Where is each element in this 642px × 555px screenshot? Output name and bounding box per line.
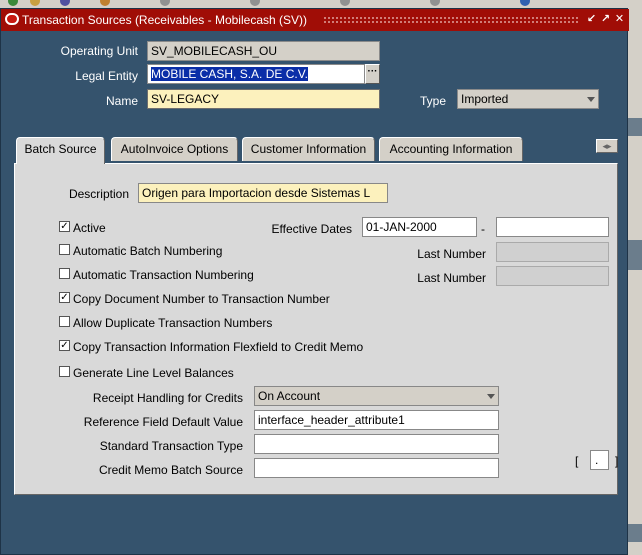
legal-entity-field[interactable]: MOBILE CASH, S.A. DE C.V.: [147, 64, 365, 84]
window-titlebar[interactable]: Transaction Sources (Receivables - Mobil…: [1, 9, 629, 31]
copy-flex-label: Copy Transaction Information Flexfield t…: [73, 340, 364, 354]
tab-batch-source[interactable]: Batch Source: [16, 137, 105, 164]
toolbar-icon[interactable]: [520, 0, 530, 6]
flexfield-open-bracket: [: [575, 454, 579, 468]
titlebar-pattern: [323, 16, 579, 25]
operating-unit-field[interactable]: SV_MOBILECASH_OU: [147, 41, 380, 61]
oracle-icon: [5, 13, 19, 25]
name-field[interactable]: SV-LEGACY: [147, 89, 380, 109]
receipt-handling-select[interactable]: On Account: [254, 386, 499, 406]
ref-field-label: Reference Field Default Value: [83, 415, 243, 429]
allow-dup-label: Allow Duplicate Transaction Numbers: [73, 316, 273, 330]
trx-last-number-field: [496, 266, 609, 286]
flexfield-close-bracket: ]: [615, 454, 619, 468]
effective-to-field[interactable]: [496, 217, 609, 237]
ref-field-input[interactable]: interface_header_attribute1: [254, 410, 499, 430]
gen-line-label: Generate Line Level Balances: [73, 366, 234, 380]
transaction-sources-window: Transaction Sources (Receivables - Mobil…: [0, 8, 629, 555]
toolbar-icon[interactable]: [160, 0, 170, 6]
operating-unit-label: Operating Unit: [60, 44, 138, 58]
receipt-handling-label: Receipt Handling for Credits: [92, 391, 243, 405]
cm-batch-input[interactable]: [254, 458, 499, 478]
app-background: [628, 8, 642, 555]
toolbar-icon[interactable]: [60, 0, 70, 6]
legal-entity-label: Legal Entity: [75, 69, 138, 83]
receipt-handling-value: On Account: [258, 389, 321, 403]
auto-trx-label: Automatic Transaction Numbering: [73, 268, 254, 282]
effective-dates-label: Effective Dates: [271, 222, 352, 236]
chevron-down-icon: [587, 97, 595, 102]
chevron-down-icon: [487, 394, 495, 399]
toolbar-icon[interactable]: [340, 0, 350, 6]
tab-accounting-information[interactable]: Accounting Information: [379, 137, 523, 161]
batch-last-number-field: [496, 242, 609, 262]
close-button[interactable]: ✕: [613, 12, 626, 26]
toolbar-icon[interactable]: [430, 0, 440, 6]
active-checkbox[interactable]: ✓: [59, 221, 70, 232]
copy-flex-checkbox[interactable]: ✓: [59, 340, 70, 351]
type-select[interactable]: Imported: [457, 89, 599, 109]
copy-doc-checkbox[interactable]: ✓: [59, 292, 70, 303]
allow-dup-checkbox[interactable]: [59, 316, 70, 327]
description-field[interactable]: Origen para Importacion desde Sistemas L: [138, 183, 388, 203]
descriptive-flexfield[interactable]: .: [590, 450, 609, 470]
last-number-label-2: Last Number: [417, 271, 486, 285]
minimize-button[interactable]: ↙: [585, 12, 598, 26]
auto-batch-label: Automatic Batch Numbering: [73, 244, 223, 258]
copy-doc-label: Copy Document Number to Transaction Numb…: [73, 292, 330, 306]
std-trx-label: Standard Transaction Type: [99, 439, 243, 453]
type-value: Imported: [461, 92, 509, 106]
toolbar-icon[interactable]: [30, 0, 40, 6]
effective-from-field[interactable]: 01-JAN-2000: [362, 217, 477, 237]
auto-batch-checkbox[interactable]: [59, 244, 70, 255]
legal-entity-value: MOBILE CASH, S.A. DE C.V.: [151, 67, 308, 81]
toolbar-icon[interactable]: [100, 0, 110, 6]
cm-batch-label: Credit Memo Batch Source: [98, 463, 243, 477]
toolbar-icon[interactable]: [8, 0, 18, 6]
last-number-label-1: Last Number: [417, 247, 486, 261]
tab-autoinvoice-options[interactable]: AutoInvoice Options: [111, 137, 238, 161]
tab-customer-information[interactable]: Customer Information: [242, 137, 375, 161]
batch-source-panel: Description Origen para Importacion desd…: [14, 163, 618, 495]
effective-dates-separator: -: [481, 222, 485, 236]
legal-entity-lov-button[interactable]: ···: [365, 64, 380, 84]
name-label: Name: [105, 94, 138, 108]
std-trx-input[interactable]: [254, 434, 499, 454]
gen-line-checkbox[interactable]: [59, 366, 70, 377]
toolbar-icon[interactable]: [250, 0, 260, 6]
description-label: Description: [68, 187, 129, 201]
toolbar-strip: [0, 0, 642, 8]
type-label: Type: [419, 94, 446, 108]
window-title: Transaction Sources (Receivables - Mobil…: [22, 13, 307, 27]
active-label: Active: [73, 221, 106, 235]
tab-scroll-button[interactable]: ◂▸: [596, 139, 618, 153]
auto-trx-checkbox[interactable]: [59, 268, 70, 279]
maximize-button[interactable]: ↗: [599, 12, 612, 26]
